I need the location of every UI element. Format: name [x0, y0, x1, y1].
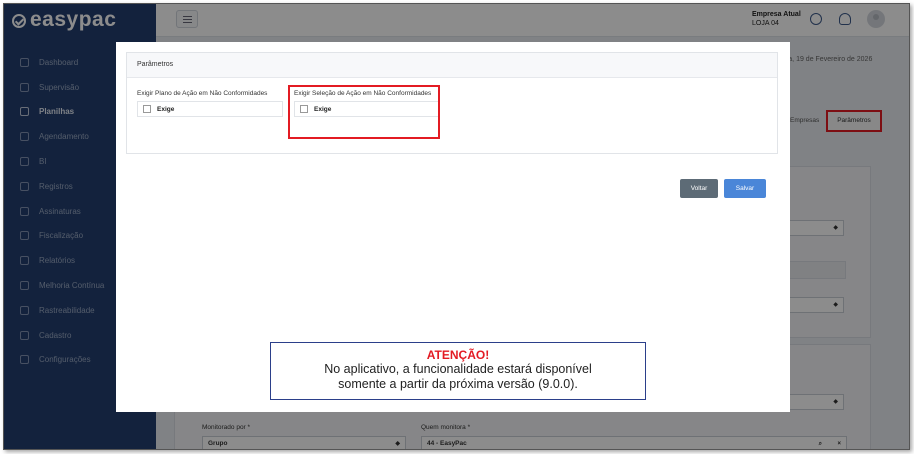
app-window: easypac Dashboard Supervisão Planilhas A… [3, 3, 910, 450]
attention-notice: ATENÇÃO! No aplicativo, a funcionalidade… [270, 342, 646, 400]
section-title: Parâmetros [127, 53, 777, 78]
exige-plano-checkbox-row[interactable]: Exige [137, 101, 283, 117]
notice-line-1: No aplicativo, a funcionalidade estará d… [324, 362, 592, 376]
field-exigir-plano: Exigir Plano de Ação em Não Conformidade… [137, 89, 283, 117]
notice-title: ATENÇÃO! [426, 348, 490, 362]
back-button[interactable]: Voltar [680, 179, 718, 198]
exige-plano-checkbox[interactable] [143, 105, 151, 113]
parameters-card: Parâmetros Exigir Plano de Ação em Não C… [126, 52, 778, 154]
save-button[interactable]: Salvar [724, 179, 766, 198]
checkbox-label: Exige [157, 105, 175, 113]
highlight-box [288, 85, 440, 139]
field-label: Exigir Plano de Ação em Não Conformidade… [137, 90, 268, 97]
notice-line-2: somente a partir da próxima versão (9.0.… [338, 377, 578, 391]
